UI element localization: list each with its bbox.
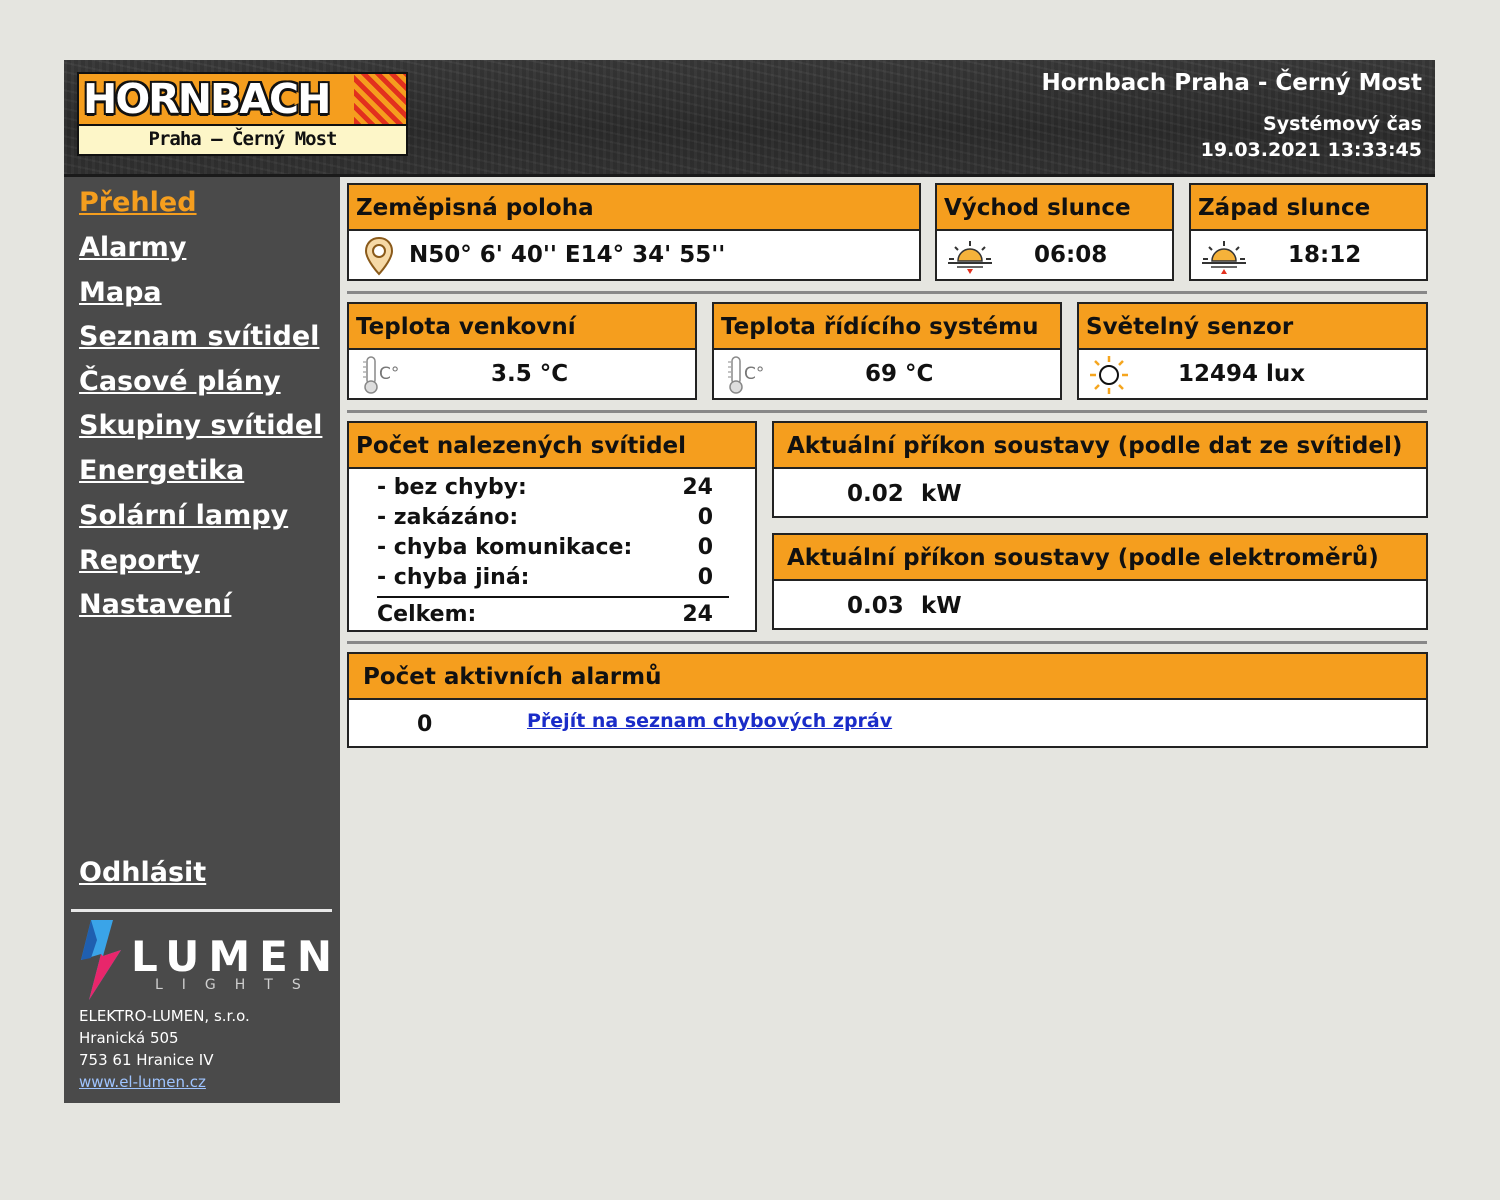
header-bar: HORNBACH Praha – Černý Most Hornbach Pra… xyxy=(64,60,1435,177)
count-total-label: Celkem: xyxy=(377,602,477,627)
sunset-title: Západ slunce xyxy=(1191,185,1426,231)
location-value: N50° 6' 40'' E14° 34' 55'' xyxy=(409,242,726,268)
thermometer-icon: C° xyxy=(728,356,764,394)
svg-text:C°: C° xyxy=(379,364,399,384)
count-label: - chyba jiná: xyxy=(377,565,530,590)
light-sensor-panel: Světelný senzor 12494 lux xyxy=(1077,302,1428,400)
address-street: Hranická 505 xyxy=(79,1029,179,1047)
svg-text:C°: C° xyxy=(744,364,764,384)
address-city: 753 61 Hranice IV xyxy=(79,1051,214,1069)
sidebar-item-casove-plany[interactable]: Časové plány xyxy=(79,366,281,397)
sunset-icon xyxy=(1202,241,1246,274)
sidebar-item-mapa[interactable]: Mapa xyxy=(79,277,162,308)
sun-icon xyxy=(1090,356,1128,394)
light-sensor-value: 12494 lux xyxy=(1178,361,1306,387)
power-lamps-panel: Aktuální příkon soustavy (podle dat ze s… xyxy=(772,421,1428,518)
count-row-other-error: - chyba jiná: 0 xyxy=(377,565,713,590)
logout-link[interactable]: Odhlásit xyxy=(79,857,206,888)
lumen-sub: LIGHTS xyxy=(155,977,320,993)
count-row-total: Celkem: 24 xyxy=(377,602,713,627)
power-lamps-value: 0.02 xyxy=(847,481,904,507)
sunrise-icon xyxy=(948,241,992,274)
lumen-logo: LUMEN LIGHTS xyxy=(77,920,332,1004)
count-label: - bez chyby: xyxy=(377,475,527,500)
row-separator xyxy=(347,641,1427,644)
lamps-found-panel: Počet nalezených svítidel - bez chyby: 2… xyxy=(347,421,757,632)
power-lamps-unit: kW xyxy=(921,481,962,507)
site-title: Hornbach Praha - Černý Most xyxy=(1041,70,1422,96)
sidebar: Přehled Alarmy Mapa Seznam svítidel Časo… xyxy=(64,177,340,1103)
address-web-link[interactable]: www.el-lumen.cz xyxy=(79,1073,206,1091)
light-sensor-title: Světelný senzor xyxy=(1079,304,1426,350)
sunrise-value: 06:08 xyxy=(1034,242,1108,268)
lumen-bolt-icon xyxy=(81,920,121,1000)
temp-system-title: Teplota řídícího systému xyxy=(714,304,1060,350)
map-pin-icon xyxy=(364,236,394,276)
temp-system-panel: Teplota řídícího systému C° 69 °C xyxy=(712,302,1062,400)
location-title: Zeměpisná poloha xyxy=(349,185,919,231)
power-meters-panel: Aktuální příkon soustavy (podle elektrom… xyxy=(772,533,1428,630)
sidebar-item-energetika[interactable]: Energetika xyxy=(79,455,244,486)
sunset-value: 18:12 xyxy=(1288,242,1362,268)
temp-outdoor-value: 3.5 °C xyxy=(491,361,569,387)
lumen-word: LUMEN xyxy=(131,932,342,981)
power-meters-unit: kW xyxy=(921,593,962,619)
row-separator xyxy=(347,410,1427,413)
sidebar-item-skupiny-svitidel[interactable]: Skupiny svítidel xyxy=(79,410,322,441)
system-time-label: Systémový čas xyxy=(1263,113,1422,135)
count-row-disabled: - zakázáno: 0 xyxy=(377,505,713,530)
logo-location: Praha – Černý Most xyxy=(79,124,406,154)
sidebar-item-reporty[interactable]: Reporty xyxy=(79,545,200,576)
sidebar-item-alarmy[interactable]: Alarmy xyxy=(79,232,186,263)
count-total-value: 24 xyxy=(682,602,713,627)
temp-outdoor-title: Teplota venkovní xyxy=(349,304,695,350)
count-value: 0 xyxy=(697,565,713,590)
alarms-panel: Počet aktivních alarmů 0 Přejít na sezna… xyxy=(347,652,1428,748)
count-row-ok: - bez chyby: 24 xyxy=(377,475,713,500)
sidebar-item-nastaveni[interactable]: Nastavení xyxy=(79,589,231,620)
sunset-panel: Západ slunce 18:12 xyxy=(1189,183,1428,281)
logo-brand: HORNBACH xyxy=(83,75,331,123)
system-time: 19.03.2021 13:33:45 xyxy=(1200,139,1422,161)
count-value: 24 xyxy=(682,475,713,500)
alarms-count: 0 xyxy=(417,712,433,737)
hornbach-logo[interactable]: HORNBACH Praha – Černý Most xyxy=(77,72,408,156)
sidebar-item-solarni-lampy[interactable]: Solární lampy xyxy=(79,500,288,531)
temp-outdoor-panel: Teplota venkovní C° 3.5 °C xyxy=(347,302,697,400)
sidebar-item-seznam-svitidel[interactable]: Seznam svítidel xyxy=(79,321,319,352)
address-company: ELEKTRO-LUMEN, s.r.o. xyxy=(79,1007,250,1025)
total-divider xyxy=(377,596,729,598)
row-separator xyxy=(347,291,1427,294)
power-meters-title: Aktuální příkon soustavy (podle elektrom… xyxy=(774,535,1426,581)
error-list-link[interactable]: Přejít na seznam chybových zpráv xyxy=(527,710,892,732)
power-lamps-title: Aktuální příkon soustavy (podle dat ze s… xyxy=(774,423,1426,469)
alarms-title: Počet aktivních alarmů xyxy=(349,654,1426,700)
count-label: - zakázáno: xyxy=(377,505,519,530)
logo-stripes-icon xyxy=(354,74,406,124)
count-row-comm-error: - chyba komunikace: 0 xyxy=(377,535,713,560)
temp-system-value: 69 °C xyxy=(865,361,934,387)
power-meters-value: 0.03 xyxy=(847,593,904,619)
count-value: 0 xyxy=(697,505,713,530)
count-value: 0 xyxy=(697,535,713,560)
lamps-found-title: Počet nalezených svítidel xyxy=(349,423,755,469)
count-label: - chyba komunikace: xyxy=(377,535,633,560)
sunrise-title: Východ slunce xyxy=(937,185,1172,231)
sidebar-divider xyxy=(71,909,332,912)
thermometer-icon: C° xyxy=(363,356,399,394)
sidebar-item-prehled[interactable]: Přehled xyxy=(79,187,197,218)
sunrise-panel: Východ slunce 06:08 xyxy=(935,183,1174,281)
location-panel: Zeměpisná poloha N50° 6' 40'' E14° 34' 5… xyxy=(347,183,921,281)
